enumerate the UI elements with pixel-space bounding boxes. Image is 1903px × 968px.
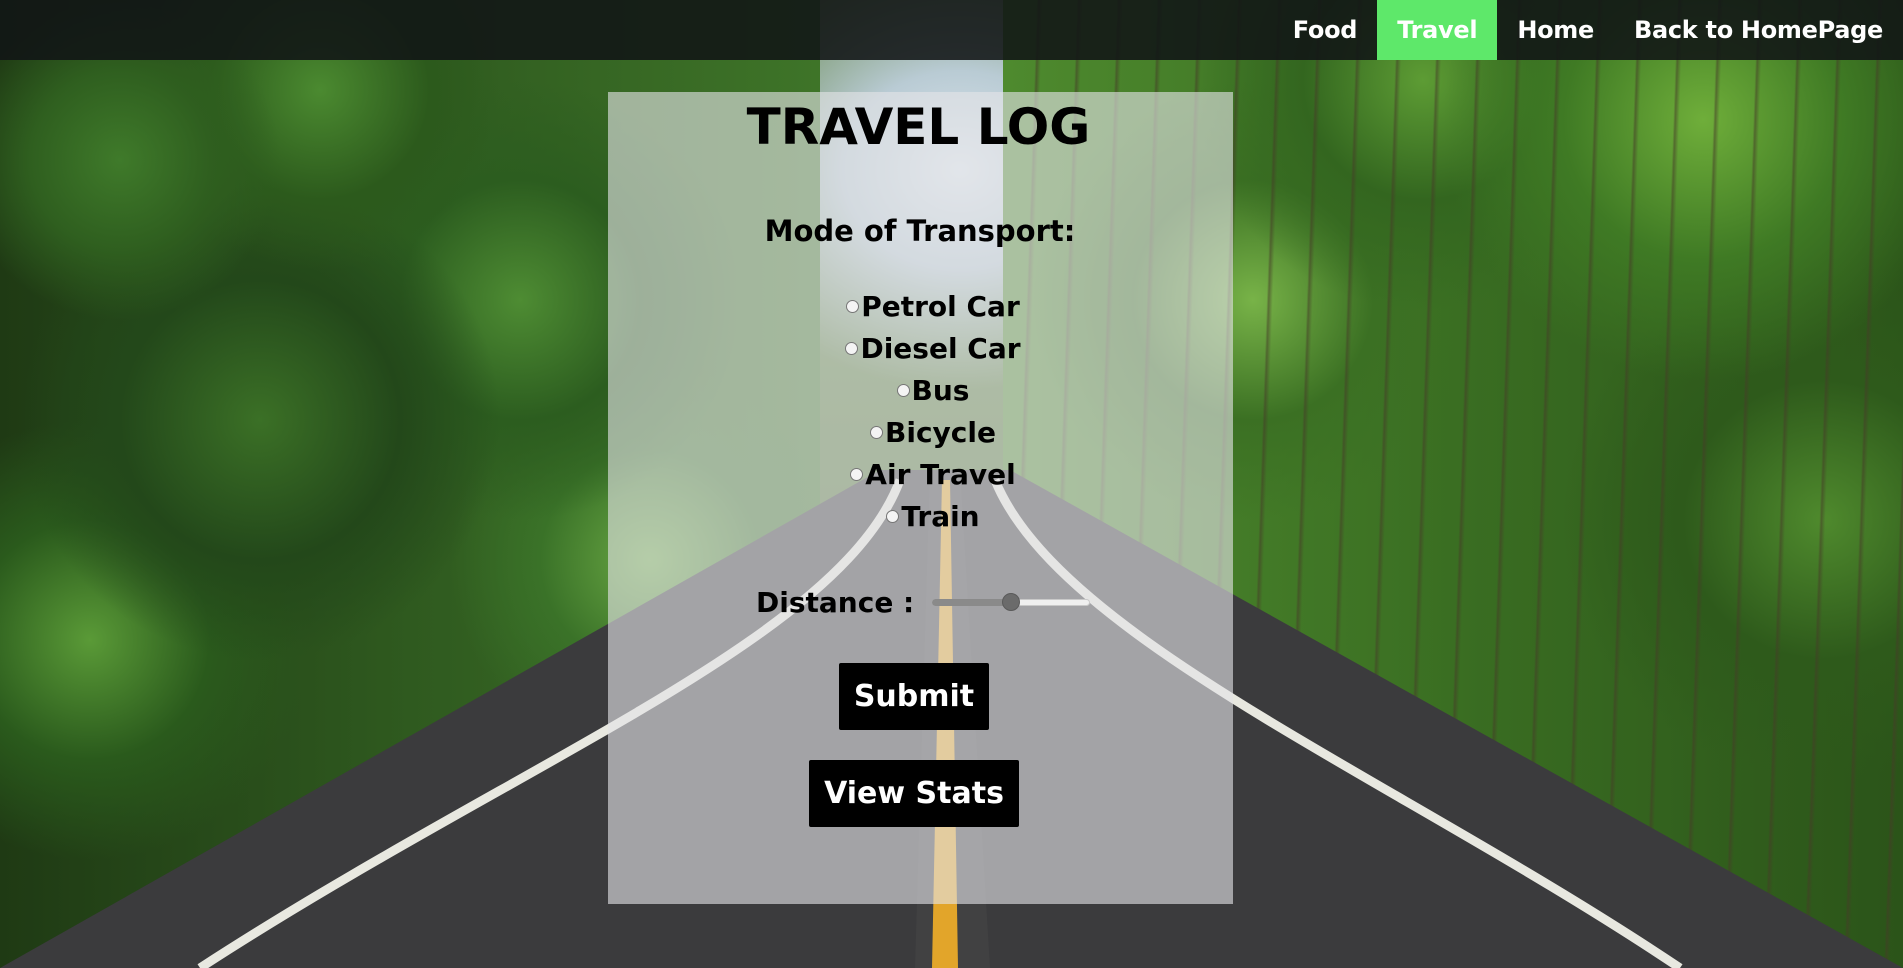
radio-air-travel[interactable] xyxy=(850,468,864,481)
radio-bicycle[interactable] xyxy=(870,426,883,439)
nav-link-travel[interactable]: Travel xyxy=(1377,0,1498,60)
option-label: Bus xyxy=(911,374,970,407)
option-petrol-car[interactable]: Petrol Car xyxy=(0,290,1866,323)
submit-button[interactable]: Submit xyxy=(839,663,989,730)
option-train[interactable]: Train xyxy=(0,500,1866,533)
radio-petrol-car[interactable] xyxy=(846,300,860,313)
option-label: Air Travel xyxy=(865,458,1016,491)
radio-bus[interactable] xyxy=(896,384,910,397)
view-stats-button[interactable]: View Stats xyxy=(809,760,1019,827)
slider-thumb[interactable] xyxy=(1002,593,1021,611)
slider-fill xyxy=(932,599,1012,606)
option-label: Petrol Car xyxy=(861,290,1020,323)
page-title: TRAVEL LOG xyxy=(746,98,1091,156)
transport-mode-label: Mode of Transport: xyxy=(764,214,1076,248)
nav-links: Food Travel Home Back to HomePage xyxy=(1273,0,1903,60)
option-bicycle[interactable]: Bicycle xyxy=(0,416,1866,449)
distance-label: Distance : xyxy=(756,585,915,619)
nav-link-back-to-homepage[interactable]: Back to HomePage xyxy=(1614,0,1903,60)
option-diesel-car[interactable]: Diesel Car xyxy=(0,332,1866,365)
radio-train[interactable] xyxy=(886,510,900,523)
distance-row: Distance : xyxy=(756,582,1091,622)
nav-link-food[interactable]: Food xyxy=(1273,0,1377,60)
option-air-travel[interactable]: Air Travel xyxy=(0,458,1866,491)
option-bus[interactable]: Bus xyxy=(0,374,1866,407)
top-navbar: Food Travel Home Back to HomePage xyxy=(0,0,1903,60)
option-label: Diesel Car xyxy=(860,332,1021,365)
distance-slider[interactable] xyxy=(932,592,1091,612)
radio-diesel-car[interactable] xyxy=(845,342,859,355)
nav-link-home[interactable]: Home xyxy=(1497,0,1614,60)
option-label: Train xyxy=(901,500,980,533)
option-label: Bicycle xyxy=(885,416,996,449)
